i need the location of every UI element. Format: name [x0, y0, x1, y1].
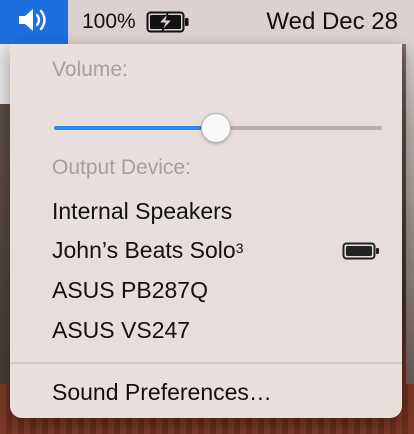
sound-preferences-label: Sound Preferences… — [52, 378, 272, 405]
battery-percentage: 100% — [82, 10, 136, 33]
output-device-label: ASUS VS247 — [52, 316, 191, 343]
menu-bar: 100% Wed Dec 28 — [0, 0, 414, 44]
volume-dropdown-menu: Volume: Output Device: Internal Speakers… — [10, 44, 402, 418]
volume-slider[interactable] — [54, 113, 382, 143]
output-device-section-label: Output Device: — [52, 156, 191, 179]
volume-slider-thumb[interactable] — [201, 113, 232, 143]
battery-charging-icon[interactable] — [146, 10, 190, 34]
output-device-label: ASUS PB287Q — [52, 276, 208, 303]
volume-slider-fill — [54, 126, 217, 130]
output-device-item[interactable]: ASUS VS247 — [10, 311, 402, 349]
volume-menu-button[interactable] — [0, 0, 68, 44]
desktop-window-edge-right — [406, 44, 414, 384]
menu-separator — [10, 362, 402, 364]
volume-section-label: Volume: — [52, 58, 128, 81]
menubar-clock[interactable]: Wed Dec 28 — [266, 8, 398, 36]
output-device-label: John’s Beats Solo — [52, 236, 236, 263]
output-device-item[interactable]: ASUS PB287Q — [10, 271, 402, 309]
sound-preferences-item[interactable]: Sound Preferences… — [10, 374, 402, 410]
speaker-icon — [16, 7, 52, 38]
desktop-window-edge-left — [0, 44, 10, 384]
output-device-label: Internal Speakers — [52, 197, 233, 224]
output-device-label-superscript: 3 — [235, 240, 244, 256]
output-device-item[interactable]: Internal Speakers — [10, 192, 402, 230]
output-device-item[interactable]: John’s Beats Solo 3 — [10, 231, 402, 269]
battery-full-icon — [342, 240, 380, 267]
